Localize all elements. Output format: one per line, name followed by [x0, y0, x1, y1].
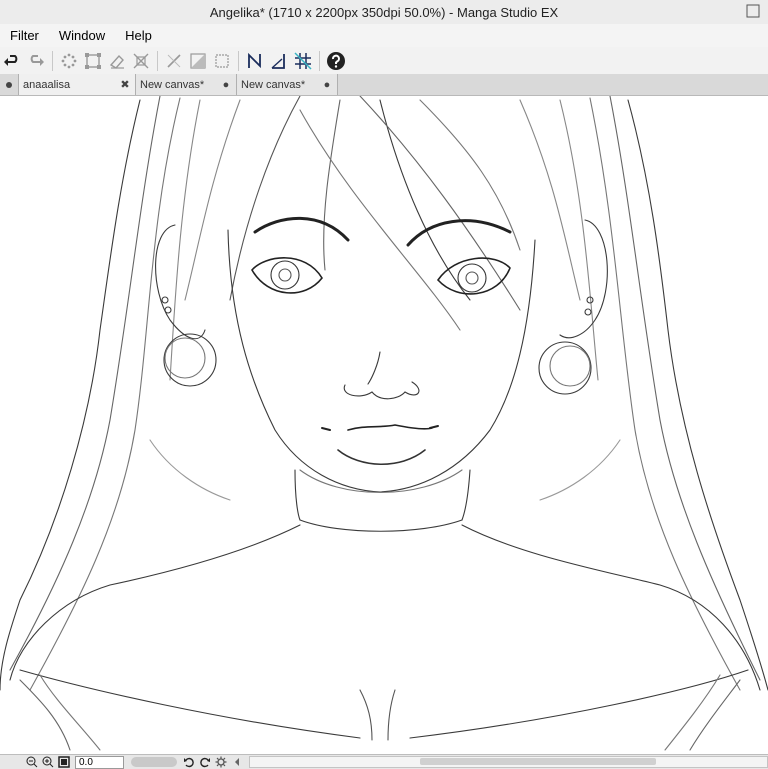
tab-label: New canvas* [241, 78, 306, 91]
window-control-icon[interactable] [746, 4, 760, 18]
fit-screen-icon [58, 756, 70, 768]
toolbar-separator [52, 50, 53, 71]
zoom-out-icon [26, 756, 38, 768]
menu-bar: Filter Window Help [0, 24, 768, 48]
grid-ruler-button[interactable] [292, 50, 314, 72]
grid-ruler-icon [294, 51, 312, 70]
horizontal-scrollbar[interactable] [249, 756, 768, 768]
undo-icon [4, 54, 18, 66]
document-tab-bar: anaaalisa ✖ New canvas* ● New canvas* ● [0, 74, 768, 96]
frame-button[interactable] [211, 50, 233, 72]
zoom-slider[interactable] [131, 757, 177, 767]
toolbar-separator [319, 50, 320, 71]
toolbar-separator [157, 50, 158, 71]
zoom-input[interactable]: 0.0 [75, 755, 124, 769]
undo-button[interactable] [1, 50, 23, 72]
rotate-left-icon [184, 757, 194, 768]
drawing-canvas[interactable] [0, 96, 768, 754]
frame-icon [215, 53, 229, 68]
gear-icon [215, 756, 227, 768]
tab-new-canvas-2[interactable]: New canvas* ● [236, 74, 338, 95]
menu-filter[interactable]: Filter [0, 28, 49, 43]
transform-icon [85, 52, 101, 69]
redo-button[interactable] [25, 50, 47, 72]
scroll-left-button[interactable] [229, 755, 245, 769]
perspective-ruler-button[interactable] [268, 50, 290, 72]
chevron-left-icon [235, 758, 239, 766]
help-button[interactable] [325, 50, 347, 72]
rotate-right-icon [200, 757, 210, 768]
redo-icon [30, 54, 44, 66]
window-titlebar: Angelika* (1710 x 2200px 350dpi 50.0%) -… [0, 0, 768, 25]
menu-window[interactable]: Window [49, 28, 115, 43]
help-icon [327, 51, 345, 70]
ruler-toggle-button[interactable] [163, 50, 185, 72]
zoom-out-button[interactable] [24, 755, 40, 769]
scale-icon [133, 53, 149, 68]
reset-rotation-button[interactable] [213, 755, 229, 769]
close-icon[interactable]: ✖ [119, 78, 131, 91]
zoom-in-button[interactable] [40, 755, 56, 769]
perspective-ruler-icon [271, 53, 285, 69]
window-title: Angelika* (1710 x 2200px 350dpi 50.0%) -… [209, 4, 559, 20]
eraser-selection-icon [109, 54, 124, 69]
rotate-right-button[interactable] [197, 755, 213, 769]
transform-button[interactable] [82, 50, 104, 72]
status-bar: 0.0 [0, 754, 768, 769]
fit-screen-button[interactable] [56, 755, 72, 769]
tab-new-canvas-1[interactable]: New canvas* ● [135, 74, 236, 95]
scale-button[interactable] [130, 50, 152, 72]
tab-anaaalisa[interactable]: anaaalisa ✖ [18, 74, 135, 95]
tab-label: anaaalisa [23, 78, 71, 91]
tab-bar-menu[interactable] [0, 74, 18, 95]
selection-dots-button[interactable] [58, 50, 80, 72]
dot-icon [6, 81, 12, 88]
menu-help[interactable]: Help [115, 28, 162, 43]
toolbar-separator [238, 50, 239, 71]
rotate-left-button[interactable] [181, 755, 197, 769]
close-icon[interactable]: ● [321, 79, 333, 91]
selection-dots-icon [61, 53, 77, 68]
tab-label: New canvas* [140, 78, 205, 91]
line-ruler-icon [248, 52, 261, 68]
scrollbar-thumb[interactable] [420, 758, 656, 765]
command-toolbar [0, 47, 768, 75]
eraser-selection-button[interactable] [106, 50, 128, 72]
line-ruler-button[interactable] [244, 50, 266, 72]
ruler-toggle-icon [167, 53, 181, 68]
zoom-in-icon [42, 756, 54, 768]
close-icon[interactable]: ● [220, 79, 232, 91]
lineart-sketch [0, 96, 768, 751]
gradient-button[interactable] [187, 50, 209, 72]
gradient-icon [190, 52, 206, 69]
